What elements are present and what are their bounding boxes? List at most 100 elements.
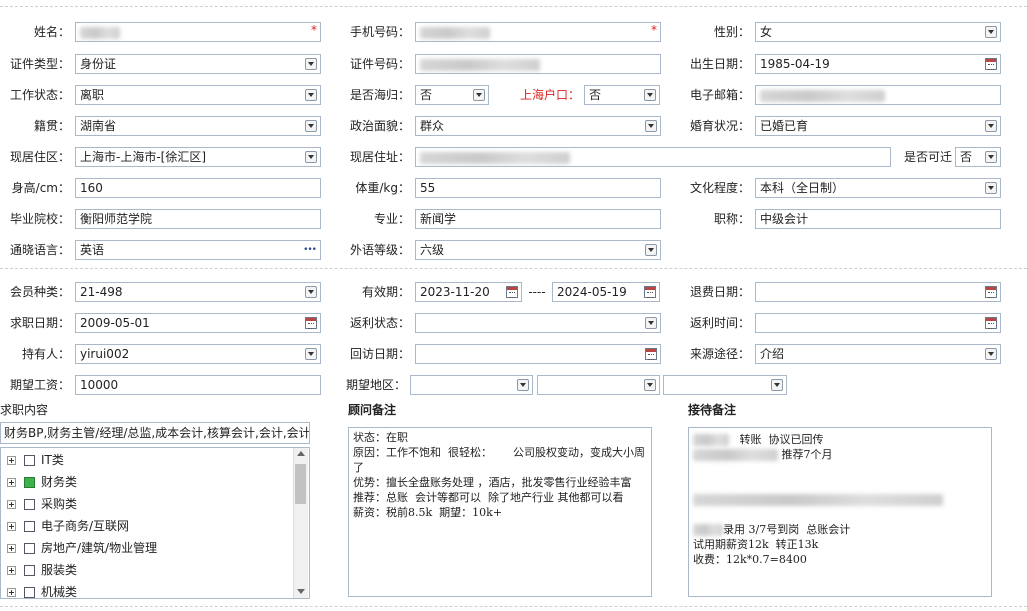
scroll-up-icon[interactable]: [297, 451, 305, 456]
checkbox[interactable]: [24, 521, 35, 532]
job-date-field[interactable]: 2009-05-01: [75, 313, 321, 333]
chevron-down-icon[interactable]: [305, 58, 317, 70]
expand-icon[interactable]: [7, 522, 16, 531]
chevron-down-icon[interactable]: [645, 317, 657, 329]
more-icon[interactable]: •••: [303, 241, 317, 259]
chevron-down-icon[interactable]: [305, 120, 317, 132]
gender-select[interactable]: 女: [755, 22, 1001, 42]
height-field[interactable]: 160: [75, 178, 321, 198]
tree-item[interactable]: 电子商务/互联网: [7, 516, 129, 536]
email-field[interactable]: [755, 85, 1001, 105]
title-field[interactable]: 中级会计: [755, 209, 1001, 229]
work-label: 工作状态：: [9, 88, 70, 102]
expand-icon[interactable]: [7, 500, 16, 509]
idno-field[interactable]: [415, 54, 661, 74]
foreign-level-label: 外语等级：: [349, 243, 410, 257]
chevron-down-icon[interactable]: [305, 89, 317, 101]
chevron-down-icon[interactable]: [771, 379, 783, 391]
political-select[interactable]: 群众: [415, 116, 661, 136]
scroll-down-icon[interactable]: [297, 589, 305, 594]
area-district-select[interactable]: [663, 375, 787, 395]
source-select[interactable]: 介绍: [755, 344, 1001, 364]
tree-item[interactable]: 房地产/建筑/物业管理: [7, 538, 157, 558]
expand-icon[interactable]: [7, 566, 16, 575]
checkbox[interactable]: [24, 499, 35, 510]
chevron-down-icon[interactable]: [305, 286, 317, 298]
job-selected-field[interactable]: 财务BP,财务主管/经理/总监,成本会计,核算会计,会计,会计...: [0, 422, 310, 444]
expand-icon[interactable]: [7, 544, 16, 553]
calendar-icon[interactable]: [506, 286, 518, 298]
marital-select[interactable]: 已婚已育: [755, 116, 1001, 136]
chevron-down-icon[interactable]: [644, 379, 656, 391]
reception-notes-textarea[interactable]: 转账 协议已回传 推荐7个月 录用 3/7号到岗 总账会计 试用期薪资12k 转…: [688, 427, 992, 597]
movable-select[interactable]: 否: [955, 147, 1001, 167]
refund-date-field[interactable]: [755, 282, 1001, 302]
rebate-time-label: 返利时间：: [689, 316, 750, 330]
advisor-notes-textarea[interactable]: 状态：在职 原因：工作不饱和 很轻松： 公司股权变动，变成大小周了 优势：擅长全…: [348, 427, 652, 597]
chevron-down-icon[interactable]: [985, 182, 997, 194]
checkbox-checked[interactable]: [24, 477, 35, 488]
tree-item[interactable]: 采购类: [7, 494, 77, 514]
name-field[interactable]: *: [75, 22, 321, 42]
tree-item[interactable]: 财务类: [7, 472, 77, 492]
chevron-down-icon[interactable]: [985, 120, 997, 132]
checkbox[interactable]: [24, 543, 35, 554]
calendar-icon[interactable]: [305, 317, 317, 329]
reception-line-text: 推荐7个月: [781, 448, 833, 461]
expand-icon[interactable]: [7, 588, 16, 597]
scroll-thumb[interactable]: [295, 464, 306, 504]
weight-field[interactable]: 55: [415, 178, 661, 198]
chevron-down-icon[interactable]: [985, 348, 997, 360]
checkbox[interactable]: [24, 587, 35, 598]
chevron-down-icon[interactable]: [645, 120, 657, 132]
tree-item[interactable]: IT类: [7, 450, 64, 470]
native-select[interactable]: 湖南省: [75, 116, 321, 136]
calendar-icon[interactable]: [985, 286, 997, 298]
phone-field[interactable]: *: [415, 22, 661, 42]
chevron-down-icon[interactable]: [985, 26, 997, 38]
idtype-label: 证件类型：: [9, 57, 70, 71]
calendar-icon[interactable]: [985, 317, 997, 329]
chevron-down-icon[interactable]: [473, 89, 485, 101]
chevron-down-icon[interactable]: [644, 89, 656, 101]
expand-icon[interactable]: [7, 456, 16, 465]
rebate-time-field[interactable]: [755, 313, 1001, 333]
valid-to-field[interactable]: 2024-05-19: [552, 282, 660, 302]
major-field[interactable]: 新闻学: [415, 209, 661, 229]
calendar-icon[interactable]: [645, 348, 657, 360]
work-status-select[interactable]: 离职: [75, 85, 321, 105]
education-select[interactable]: 本科（全日制）: [755, 178, 1001, 198]
hukou-select[interactable]: 否: [584, 85, 660, 105]
calendar-icon[interactable]: [644, 286, 656, 298]
salary-field[interactable]: 10000: [75, 375, 321, 395]
scrollbar[interactable]: [293, 448, 308, 598]
visit-date-field[interactable]: [415, 344, 661, 364]
chevron-down-icon[interactable]: [305, 151, 317, 163]
area-province-select[interactable]: [410, 375, 533, 395]
checkbox[interactable]: [24, 565, 35, 576]
chevron-down-icon[interactable]: [645, 244, 657, 256]
chevron-down-icon[interactable]: [517, 379, 529, 391]
calendar-icon[interactable]: [985, 58, 997, 70]
idtype-select[interactable]: 身份证: [75, 54, 321, 74]
returnee-select[interactable]: 否: [415, 85, 489, 105]
residence-select[interactable]: 上海市-上海市-[徐汇区]: [75, 147, 321, 167]
tree-item[interactable]: 服装类: [7, 560, 77, 580]
language-field[interactable]: 英语 •••: [75, 240, 321, 260]
member-type-select[interactable]: 21-498: [75, 282, 321, 302]
school-label: 毕业院校：: [9, 212, 70, 226]
address-field[interactable]: [415, 147, 891, 167]
school-field[interactable]: 衡阳师范学院: [75, 209, 321, 229]
chevron-down-icon[interactable]: [305, 348, 317, 360]
rebate-status-select[interactable]: [415, 313, 661, 333]
checkbox[interactable]: [24, 455, 35, 466]
area-city-select[interactable]: [537, 375, 660, 395]
foreign-level-select[interactable]: 六级: [415, 240, 661, 260]
expand-icon[interactable]: [7, 478, 16, 487]
tree-item[interactable]: 机械类: [7, 582, 77, 598]
holder-select[interactable]: yirui002: [75, 344, 321, 364]
holder-label: 持有人：: [21, 347, 70, 361]
chevron-down-icon[interactable]: [985, 151, 997, 163]
valid-from-field[interactable]: 2023-11-20: [415, 282, 522, 302]
birth-date-field[interactable]: 1985-04-19: [755, 54, 1001, 74]
